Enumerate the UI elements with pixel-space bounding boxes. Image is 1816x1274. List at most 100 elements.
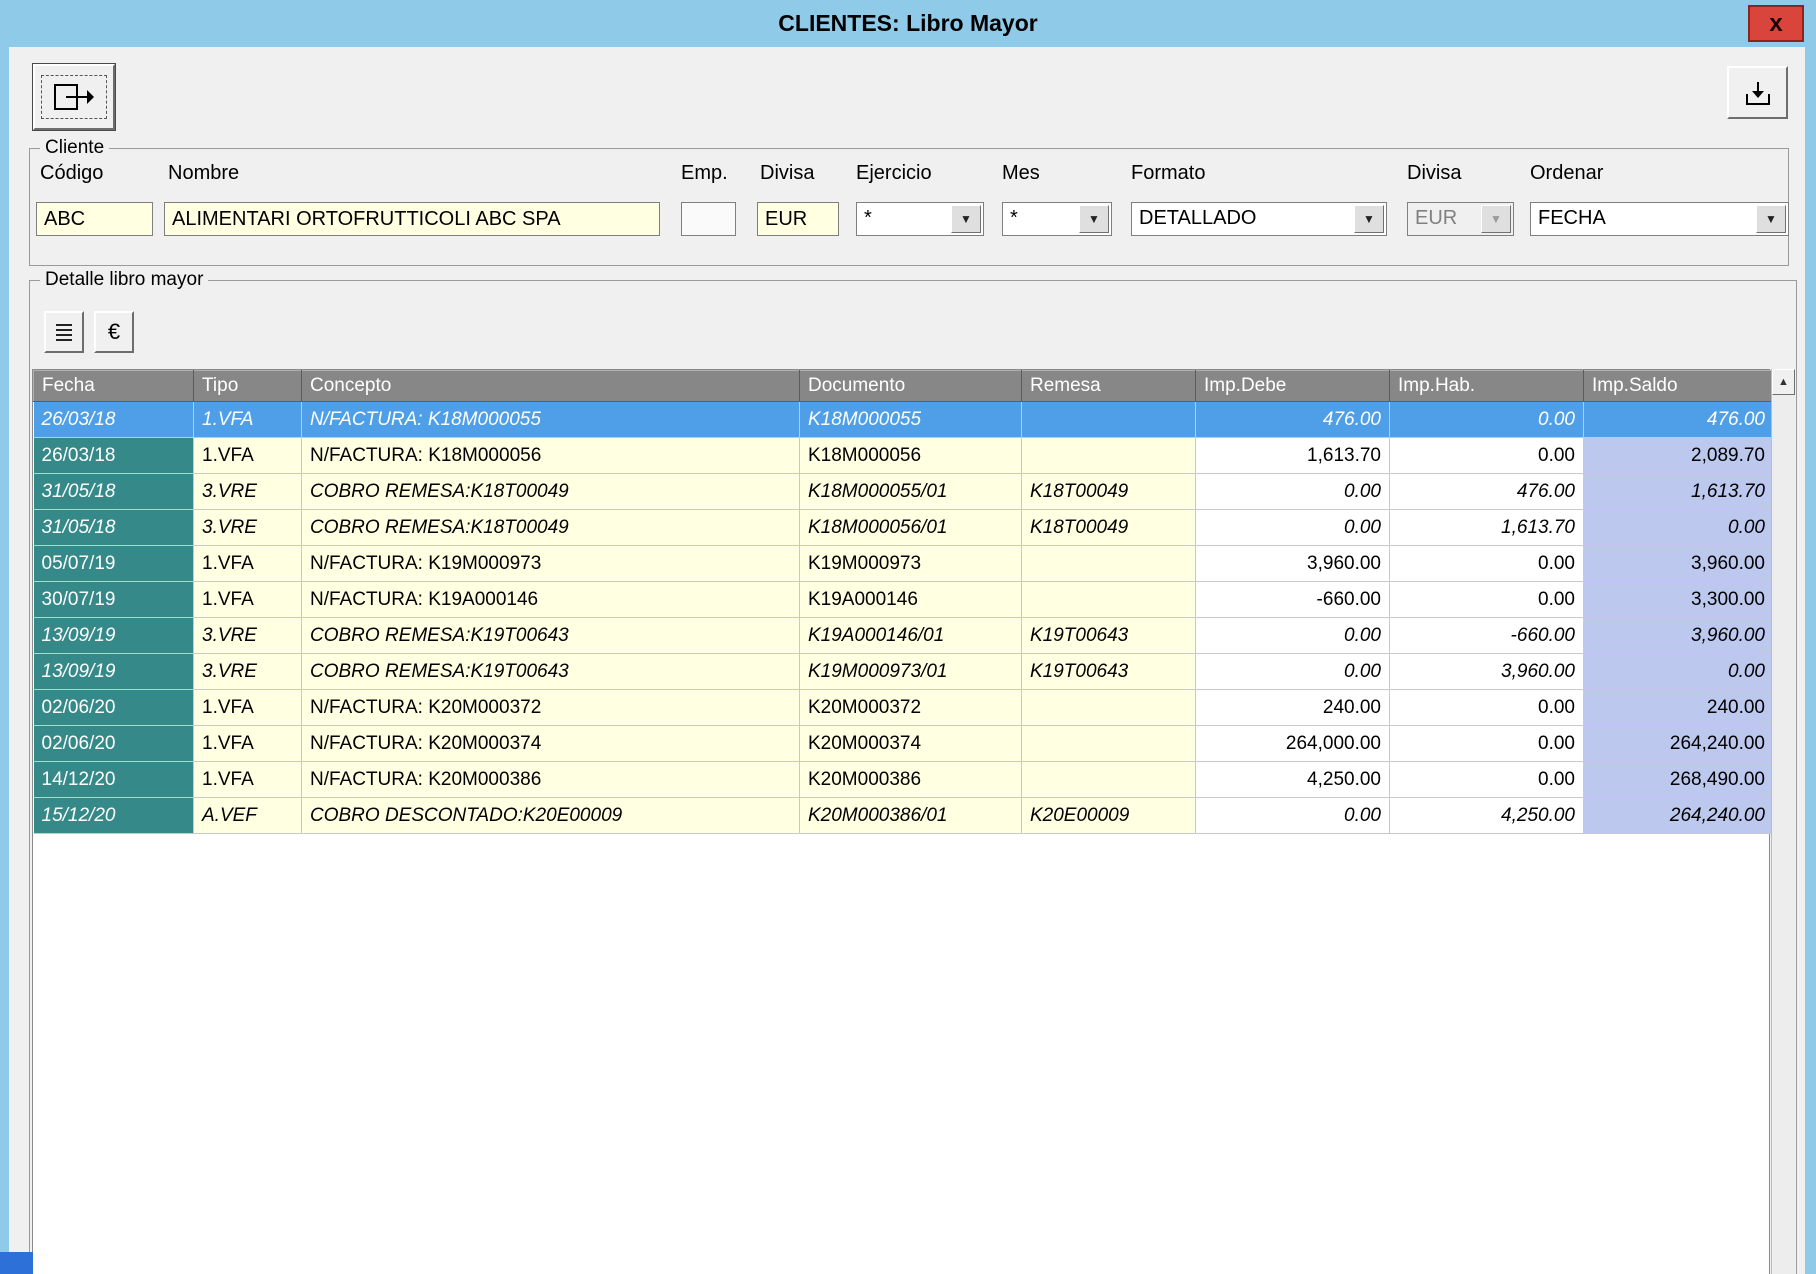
cell-fecha[interactable]: 31/05/18 — [34, 474, 194, 510]
cell-debe[interactable]: 0.00 — [1196, 618, 1390, 654]
table-row[interactable]: 02/06/201.VFAN/FACTURA: K20M000374K20M00… — [34, 726, 1774, 762]
cell-documento[interactable]: K19M000973 — [800, 546, 1022, 582]
cell-concepto[interactable]: COBRO REMESA:K19T00643 — [302, 654, 800, 690]
cell-remesa[interactable]: K20E00009 — [1022, 798, 1196, 834]
cell-documento[interactable]: K19A000146 — [800, 582, 1022, 618]
cell-haber[interactable]: 0.00 — [1390, 582, 1584, 618]
cell-tipo[interactable]: 3.VRE — [194, 654, 302, 690]
cell-concepto[interactable]: N/FACTURA: K20M000374 — [302, 726, 800, 762]
cell-remesa[interactable] — [1022, 546, 1196, 582]
formato-select[interactable]: DETALLADO ▼ — [1131, 202, 1387, 236]
cell-fecha[interactable]: 30/07/19 — [34, 582, 194, 618]
formato-dropdown-button[interactable]: ▼ — [1354, 205, 1384, 233]
currency-button[interactable]: € — [94, 311, 134, 353]
cell-haber[interactable]: 0.00 — [1390, 690, 1584, 726]
cell-saldo[interactable]: 240.00 — [1584, 690, 1774, 726]
cell-debe[interactable]: 264,000.00 — [1196, 726, 1390, 762]
nombre-input[interactable] — [164, 202, 660, 236]
cell-documento[interactable]: K20M000386 — [800, 762, 1022, 798]
cell-remesa[interactable]: K19T00643 — [1022, 654, 1196, 690]
ejercicio-select[interactable]: * ▼ — [856, 202, 984, 236]
cell-haber[interactable]: 0.00 — [1390, 726, 1584, 762]
cell-fecha[interactable]: 13/09/19 — [34, 618, 194, 654]
cell-concepto[interactable]: COBRO DESCONTADO:K20E00009 — [302, 798, 800, 834]
table-row[interactable]: 13/09/193.VRECOBRO REMESA:K19T00643K19A0… — [34, 618, 1774, 654]
cell-saldo[interactable]: 268,490.00 — [1584, 762, 1774, 798]
vertical-scrollbar[interactable]: ▲ — [1771, 369, 1795, 1274]
cell-remesa[interactable]: K18T00049 — [1022, 510, 1196, 546]
cell-documento[interactable]: K20M000374 — [800, 726, 1022, 762]
cell-debe[interactable]: 0.00 — [1196, 474, 1390, 510]
col-header-haber[interactable]: Imp.Hab. — [1390, 371, 1584, 402]
cell-debe[interactable]: -660.00 — [1196, 582, 1390, 618]
cell-documento[interactable]: K20M000372 — [800, 690, 1022, 726]
table-row[interactable]: 31/05/183.VRECOBRO REMESA:K18T00049K18M0… — [34, 474, 1774, 510]
cell-fecha[interactable]: 02/06/20 — [34, 726, 194, 762]
mes-dropdown-button[interactable]: ▼ — [1079, 205, 1109, 233]
cell-haber[interactable]: 3,960.00 — [1390, 654, 1584, 690]
table-row[interactable]: 30/07/191.VFAN/FACTURA: K19A000146K19A00… — [34, 582, 1774, 618]
cell-saldo[interactable]: 264,240.00 — [1584, 798, 1774, 834]
cell-haber[interactable]: 0.00 — [1390, 546, 1584, 582]
cell-tipo[interactable]: 1.VFA — [194, 402, 302, 438]
ordenar-select[interactable]: FECHA ▼ — [1530, 202, 1789, 236]
cell-debe[interactable]: 240.00 — [1196, 690, 1390, 726]
cell-saldo[interactable]: 0.00 — [1584, 654, 1774, 690]
table-row[interactable]: 14/12/201.VFAN/FACTURA: K20M000386K20M00… — [34, 762, 1774, 798]
close-button[interactable]: x — [1748, 5, 1804, 42]
cell-concepto[interactable]: N/FACTURA: K20M000386 — [302, 762, 800, 798]
cell-tipo[interactable]: 1.VFA — [194, 582, 302, 618]
cell-debe[interactable]: 3,960.00 — [1196, 546, 1390, 582]
cell-tipo[interactable]: 1.VFA — [194, 690, 302, 726]
cell-tipo[interactable]: 3.VRE — [194, 618, 302, 654]
table-row[interactable]: 15/12/20A.VEFCOBRO DESCONTADO:K20E00009K… — [34, 798, 1774, 834]
table-row[interactable]: 31/05/183.VRECOBRO REMESA:K18T00049K18M0… — [34, 510, 1774, 546]
cell-documento[interactable]: K18M000056 — [800, 438, 1022, 474]
cell-documento[interactable]: K18M000055 — [800, 402, 1022, 438]
cell-concepto[interactable]: N/FACTURA: K19A000146 — [302, 582, 800, 618]
cell-debe[interactable]: 476.00 — [1196, 402, 1390, 438]
cell-remesa[interactable] — [1022, 582, 1196, 618]
cell-saldo[interactable]: 3,960.00 — [1584, 546, 1774, 582]
col-header-remesa[interactable]: Remesa — [1022, 371, 1196, 402]
cell-haber[interactable]: 0.00 — [1390, 402, 1584, 438]
col-header-saldo[interactable]: Imp.Saldo — [1584, 371, 1774, 402]
cell-documento[interactable]: K18M000055/01 — [800, 474, 1022, 510]
cell-remesa[interactable] — [1022, 402, 1196, 438]
cell-fecha[interactable]: 02/06/20 — [34, 690, 194, 726]
cell-fecha[interactable]: 31/05/18 — [34, 510, 194, 546]
cell-remesa[interactable] — [1022, 726, 1196, 762]
cell-fecha[interactable]: 26/03/18 — [34, 438, 194, 474]
divisa-input[interactable] — [757, 202, 839, 236]
cell-debe[interactable]: 0.00 — [1196, 654, 1390, 690]
export-button[interactable] — [1727, 66, 1788, 119]
cell-remesa[interactable] — [1022, 690, 1196, 726]
cell-concepto[interactable]: COBRO REMESA:K18T00049 — [302, 510, 800, 546]
cell-saldo[interactable]: 264,240.00 — [1584, 726, 1774, 762]
cell-debe[interactable]: 0.00 — [1196, 510, 1390, 546]
cell-tipo[interactable]: 1.VFA — [194, 762, 302, 798]
cell-haber[interactable]: 0.00 — [1390, 762, 1584, 798]
table-row[interactable]: 26/03/181.VFAN/FACTURA: K18M000055K18M00… — [34, 402, 1774, 438]
cell-debe[interactable]: 0.00 — [1196, 798, 1390, 834]
cell-haber[interactable]: 4,250.00 — [1390, 798, 1584, 834]
col-header-debe[interactable]: Imp.Debe — [1196, 371, 1390, 402]
cell-tipo[interactable]: 3.VRE — [194, 510, 302, 546]
cell-documento[interactable]: K19M000973/01 — [800, 654, 1022, 690]
col-header-fecha[interactable]: Fecha — [34, 371, 194, 402]
cell-remesa[interactable]: K18T00049 — [1022, 474, 1196, 510]
table-row[interactable]: 02/06/201.VFAN/FACTURA: K20M000372K20M00… — [34, 690, 1774, 726]
cell-haber[interactable]: 1,613.70 — [1390, 510, 1584, 546]
cell-documento[interactable]: K20M000386/01 — [800, 798, 1022, 834]
cell-remesa[interactable] — [1022, 762, 1196, 798]
list-view-button[interactable] — [44, 311, 84, 353]
cell-concepto[interactable]: N/FACTURA: K18M000055 — [302, 402, 800, 438]
col-header-concepto[interactable]: Concepto — [302, 371, 800, 402]
cell-tipo[interactable]: A.VEF — [194, 798, 302, 834]
cell-fecha[interactable]: 26/03/18 — [34, 402, 194, 438]
cell-fecha[interactable]: 13/09/19 — [34, 654, 194, 690]
emp-input[interactable] — [681, 202, 736, 236]
cell-saldo[interactable]: 0.00 — [1584, 510, 1774, 546]
cell-documento[interactable]: K18M000056/01 — [800, 510, 1022, 546]
codigo-input[interactable] — [36, 202, 153, 236]
